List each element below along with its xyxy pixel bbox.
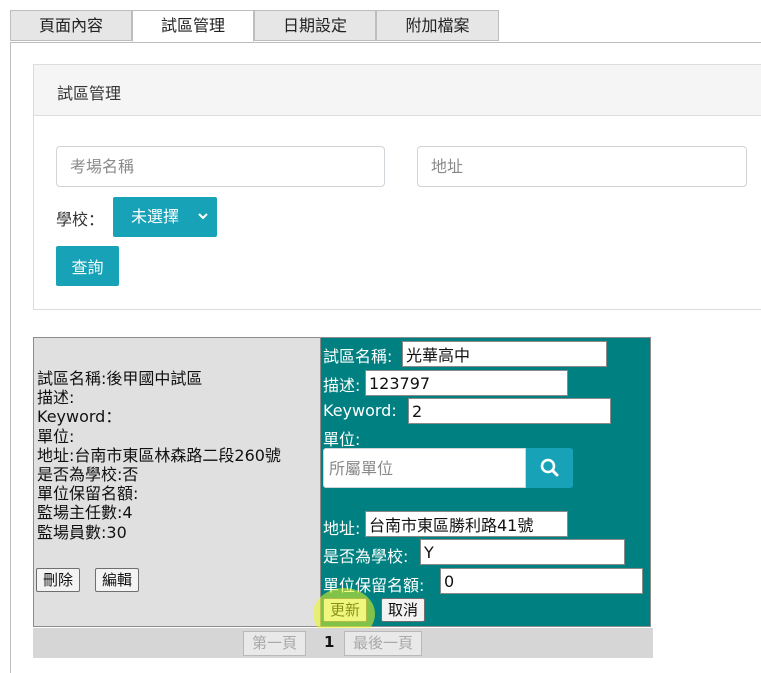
address-field[interactable]	[365, 511, 568, 537]
panel-header: 試區管理	[34, 65, 761, 116]
cancel-button[interactable]: 取消	[381, 598, 426, 622]
query-button[interactable]: 查詢	[56, 246, 119, 286]
info-line-address: 地址:台南市東區林森路二段260號	[37, 445, 281, 465]
unit-label: 單位:	[323, 430, 361, 449]
record-info: 試區名稱:後甲國中試區 描述: Keyword： 單位: 地址:台南市東區林森路…	[37, 369, 281, 542]
info-line-unit: 單位:	[37, 426, 75, 446]
description-label: 描述:	[323, 376, 361, 395]
current-page: 1	[324, 633, 335, 651]
keyword-field[interactable]	[408, 398, 611, 424]
info-line-is-school: 是否為學校:否	[37, 465, 139, 485]
school-select-value: 未選擇	[131, 207, 180, 226]
content-left-border	[10, 42, 11, 673]
first-page-button[interactable]: 第一頁	[243, 631, 307, 656]
is-school-label: 是否為學校:	[323, 547, 409, 566]
info-line-proctors: 監場員數:30	[37, 522, 127, 542]
info-line-supervisors: 監場主任數:4	[37, 503, 133, 523]
is-school-field[interactable]	[420, 539, 625, 565]
info-line-description: 描述:	[37, 388, 75, 408]
info-line-name: 試區名稱:後甲國中試區	[37, 369, 203, 388]
search-icon	[526, 458, 573, 492]
last-page-button[interactable]: 最後一頁	[344, 631, 423, 656]
record-readonly: 試區名稱:後甲國中試區 描述: Keyword： 單位: 地址:台南市東區林森路…	[34, 338, 321, 626]
tab-page-content[interactable]: 頁面內容	[10, 10, 132, 41]
name-label: 試區名稱:	[323, 347, 393, 366]
record-edit-form: 試區名稱: 描述: Keyword: 單位: 地址: 是否為學校: 單位保留名額…	[321, 338, 650, 626]
keyword-label: Keyword:	[323, 401, 397, 420]
info-line-keyword: Keyword：	[37, 407, 122, 427]
unit-search-input[interactable]	[323, 448, 526, 488]
tab-date-settings[interactable]: 日期設定	[254, 10, 376, 41]
exam-area-record: 試區名稱:後甲國中試區 描述: Keyword： 單位: 地址:台南市東區林森路…	[33, 337, 651, 627]
tab-exam-area[interactable]: 試區管理	[132, 10, 254, 42]
exam-name-input[interactable]	[56, 146, 385, 187]
school-select[interactable]: 未選擇	[113, 197, 217, 237]
panel-title: 試區管理	[57, 84, 122, 103]
address-input[interactable]	[417, 146, 747, 187]
delete-button[interactable]: 刪除	[36, 568, 81, 592]
school-label: 學校：	[56, 210, 105, 229]
reserved-field[interactable]	[440, 568, 643, 594]
chevron-down-icon	[198, 197, 208, 254]
info-line-reserved: 單位保留名額:	[37, 484, 139, 504]
exam-name-field[interactable]	[402, 341, 607, 367]
unit-search-button[interactable]	[526, 448, 573, 488]
pagination: 第一頁 1 最後一頁	[33, 628, 653, 658]
description-field[interactable]	[365, 370, 568, 396]
query-panel: 試區管理 學校： 未選擇 查詢	[33, 64, 761, 310]
address-label: 地址:	[323, 519, 361, 538]
edit-button[interactable]: 編輯	[95, 568, 140, 592]
tab-bar: 頁面內容 試區管理 日期設定 附加檔案	[10, 10, 761, 43]
tab-attachments[interactable]: 附加檔案	[376, 10, 499, 41]
